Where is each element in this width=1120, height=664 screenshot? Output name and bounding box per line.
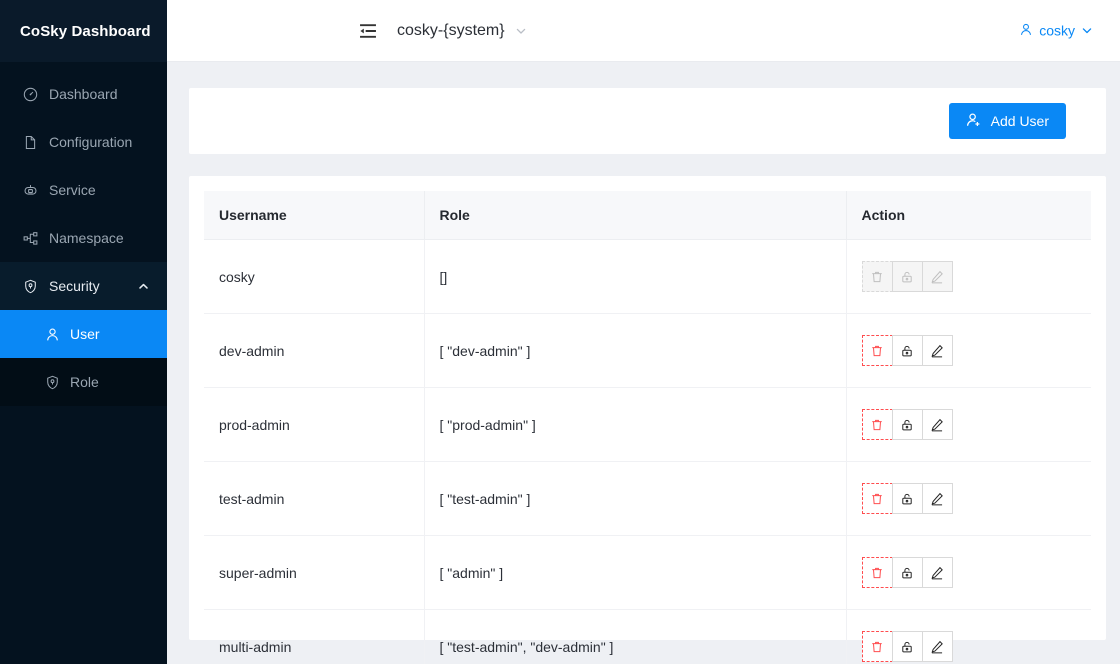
- row-actions: [861, 335, 953, 366]
- chevron-down-icon: [1081, 25, 1093, 37]
- sidebar-item-user[interactable]: User: [0, 310, 167, 358]
- delete-icon[interactable]: [861, 631, 893, 662]
- sidebar-item-label: Dashboard: [49, 86, 118, 102]
- shield-icon: [44, 374, 60, 390]
- users-table: Username Role Action cosky [] dev-admin …: [204, 191, 1091, 664]
- row-actions: [861, 557, 953, 588]
- user-icon: [1019, 22, 1033, 39]
- unlock-icon[interactable]: [891, 483, 923, 514]
- menu-fold-icon[interactable]: [351, 14, 385, 48]
- user-menu-label: cosky: [1039, 22, 1075, 39]
- namespace-icon: [22, 230, 38, 246]
- dashboard-icon: [22, 86, 38, 102]
- sidebar-item-label: Security: [49, 278, 100, 294]
- file-icon: [22, 134, 38, 150]
- row-actions: [861, 631, 953, 662]
- table-row: test-admin [ "test-admin" ]: [204, 461, 1091, 536]
- row-actions: [861, 483, 953, 514]
- topbar: cosky-{system} cosky: [167, 0, 1120, 62]
- cell-username: cosky: [204, 239, 425, 314]
- table-row: cosky []: [204, 239, 1091, 314]
- cell-action: [846, 313, 1091, 388]
- cell-action: [846, 461, 1091, 536]
- cell-action: [846, 609, 1091, 664]
- column-header-role: Role: [424, 191, 847, 240]
- cell-action: [846, 239, 1091, 314]
- users-table-card: Username Role Action cosky [] dev-admin …: [189, 176, 1106, 664]
- cell-role: [ "test-admin", "dev-admin" ]: [424, 609, 847, 664]
- unlock-icon[interactable]: [891, 335, 923, 366]
- sidebar-item-label: User: [70, 326, 100, 342]
- edit-icon[interactable]: [921, 335, 953, 366]
- edit-icon[interactable]: [921, 557, 953, 588]
- column-header-username: Username: [204, 191, 425, 240]
- delete-icon[interactable]: [861, 409, 893, 440]
- delete-icon[interactable]: [861, 557, 893, 588]
- table-head: Username Role Action: [204, 191, 1091, 240]
- unlock-icon[interactable]: [891, 631, 923, 662]
- unlock-icon[interactable]: [891, 409, 923, 440]
- shield-icon: [22, 278, 38, 294]
- sidebar-item-label: Service: [49, 182, 96, 198]
- chevron-up-icon: [137, 280, 149, 292]
- table-row: super-admin [ "admin" ]: [204, 535, 1091, 610]
- edit-icon[interactable]: [921, 483, 953, 514]
- sidebar-item-role[interactable]: Role: [0, 358, 167, 406]
- cell-role: [ "admin" ]: [424, 535, 847, 610]
- delete-icon: [861, 261, 893, 292]
- sidebar-item-service[interactable]: Service: [0, 166, 167, 214]
- sidebar-item-label: Namespace: [49, 230, 124, 246]
- cell-role: []: [424, 239, 847, 314]
- edit-icon: [921, 261, 953, 292]
- user-add-icon: [966, 112, 982, 131]
- edit-icon[interactable]: [921, 631, 953, 662]
- toolbar-card: Add User: [189, 88, 1106, 154]
- sidebar-item-configuration[interactable]: Configuration: [0, 118, 167, 166]
- cell-username: multi-admin: [204, 609, 425, 664]
- sidebar-item-dashboard[interactable]: Dashboard: [0, 70, 167, 118]
- add-user-button[interactable]: Add User: [948, 103, 1066, 139]
- edit-icon[interactable]: [921, 409, 953, 440]
- cell-role: [ "test-admin" ]: [424, 461, 847, 536]
- cell-role: [ "prod-admin" ]: [424, 387, 847, 462]
- table-header-row: Username Role Action: [204, 191, 1091, 240]
- app-root: CoSky Dashboard Dashboard Configuration: [0, 0, 1120, 664]
- unlock-icon[interactable]: [891, 557, 923, 588]
- row-actions: [861, 261, 953, 292]
- cell-action: [846, 387, 1091, 462]
- main-area: cosky-{system} cosky Add User Username R…: [167, 0, 1120, 664]
- unlock-icon: [891, 261, 923, 292]
- table-row: prod-admin [ "prod-admin" ]: [204, 387, 1091, 462]
- sidebar-item-label: Configuration: [49, 134, 133, 150]
- cell-action: [846, 535, 1091, 610]
- delete-icon[interactable]: [861, 483, 893, 514]
- sidebar-menu: Dashboard Configuration Service Namespac…: [0, 62, 167, 664]
- table-body: cosky [] dev-admin ["dev-admin"] prod-…: [204, 239, 1091, 664]
- sidebar-submenu-security: User Role: [0, 310, 167, 406]
- cell-username: test-admin: [204, 461, 425, 536]
- service-icon: [22, 182, 38, 198]
- chevron-down-icon: [515, 25, 527, 37]
- cell-role: [ "dev-admin" ]: [424, 313, 847, 388]
- sidebar-item-label: Role: [70, 374, 99, 390]
- sidebar-item-namespace[interactable]: Namespace: [0, 214, 167, 262]
- system-selector[interactable]: cosky-{system}: [397, 22, 527, 40]
- cell-username: dev-admin: [204, 313, 425, 388]
- column-header-action: Action: [846, 191, 1091, 240]
- user-menu[interactable]: cosky: [1019, 22, 1093, 39]
- add-user-label: Add User: [990, 113, 1049, 129]
- row-actions: [861, 409, 953, 440]
- system-name: cosky-{system}: [397, 21, 505, 39]
- user-icon: [44, 326, 60, 342]
- delete-icon[interactable]: [861, 335, 893, 366]
- sidebar: CoSky Dashboard Dashboard Configuration: [0, 0, 167, 664]
- cell-username: prod-admin: [204, 387, 425, 462]
- brand-title: CoSky Dashboard: [0, 0, 167, 62]
- page-content: Add User Username Role Action cosky [] d…: [167, 62, 1120, 664]
- cell-username: super-admin: [204, 535, 425, 610]
- table-row: multi-admin [ "test-admin", "dev-admin" …: [204, 609, 1091, 664]
- sidebar-item-security[interactable]: Security: [0, 262, 167, 310]
- table-row: dev-admin [ "dev-admin" ]: [204, 313, 1091, 388]
